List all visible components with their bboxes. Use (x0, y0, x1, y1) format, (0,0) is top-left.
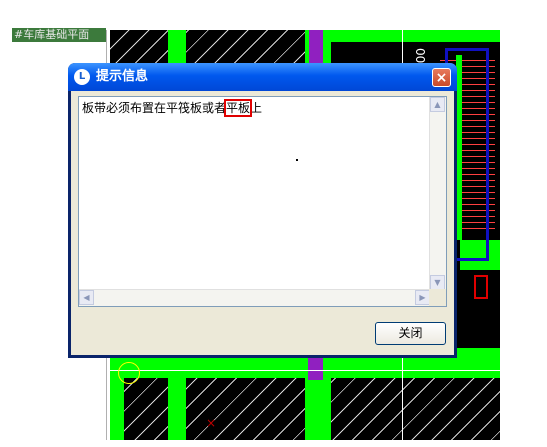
cad-purple-column-bottom (308, 358, 323, 380)
cad-green-col-low2 (305, 378, 331, 440)
cad-green-left-column (110, 378, 124, 440)
scroll-right-icon[interactable]: ▶ (415, 290, 430, 305)
close-button[interactable]: 关闭 (375, 322, 446, 345)
cad-purple-column-top (309, 30, 323, 64)
message-text-before: 板带必须布置在平筏板或者 (82, 101, 227, 115)
cad-green-column-top (168, 30, 186, 64)
close-icon[interactable]: × (432, 68, 451, 87)
drawing-tab[interactable]: #车库基础平面 (12, 28, 106, 42)
scrollbar-corner (429, 289, 446, 306)
cad-number-label: 00 (413, 48, 427, 64)
cad-red-x-mark: × (206, 416, 217, 430)
scroll-up-icon[interactable]: ▲ (430, 97, 445, 112)
cad-green-band-top (330, 30, 500, 42)
dialog-body: 板带必须布置在平筏板或者平板上 ▲ ▼ ◀ ▶ 关闭 (71, 91, 454, 355)
dialog-title: 提示信息 (96, 69, 149, 84)
app-logo-icon: L (74, 69, 90, 85)
scroll-left-icon[interactable]: ◀ (79, 290, 94, 305)
caret-dot (296, 159, 298, 161)
red-annotation-box (474, 275, 488, 299)
message-highlight: 平板 (224, 99, 253, 117)
message-textbox[interactable]: 板带必须布置在平筏板或者平板上 ▲ ▼ ◀ ▶ (78, 96, 447, 307)
vertical-scrollbar[interactable]: ▲ ▼ (429, 97, 446, 290)
cad-gridline-h (110, 370, 500, 371)
cad-circle-mark (118, 362, 140, 384)
message-text-after: 上 (250, 101, 263, 115)
horizontal-scrollbar[interactable]: ◀ ▶ (79, 289, 430, 306)
dialog-title-bar[interactable]: L 提示信息 × (68, 63, 457, 91)
cad-green-col-low (168, 378, 186, 440)
scroll-down-icon[interactable]: ▼ (430, 275, 445, 290)
info-dialog: L 提示信息 × 板带必须布置在平筏板或者平板上 ▲ ▼ ◀ ▶ 关闭 (68, 63, 457, 358)
message-text: 板带必须布置在平筏板或者平板上 (82, 99, 263, 117)
